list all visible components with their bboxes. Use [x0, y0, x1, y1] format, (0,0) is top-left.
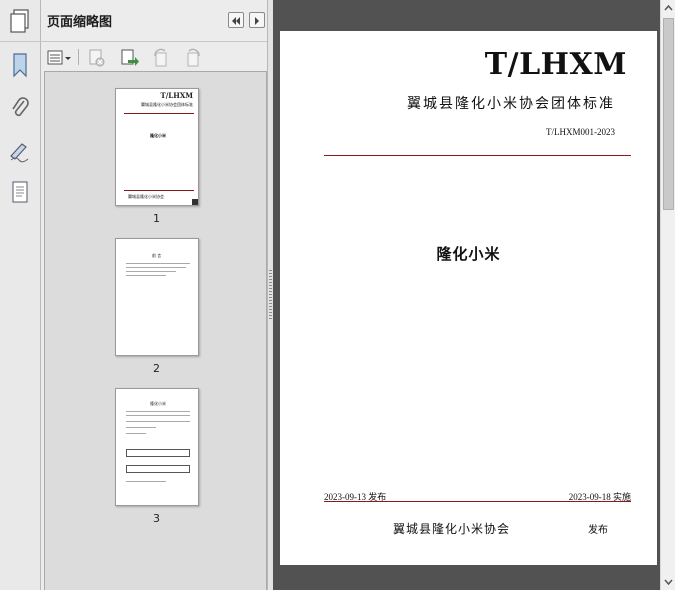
standard-number: T/LHXM001-2023: [546, 127, 615, 137]
chevron-up-icon: [664, 4, 673, 11]
attachment-icon[interactable]: [8, 95, 32, 121]
insert-page-button[interactable]: [119, 48, 139, 68]
bookmark-icon[interactable]: [8, 52, 32, 78]
thumb-text-line: [126, 421, 190, 422]
standard-type: 翼城县隆化小米协会团体标准: [407, 96, 615, 112]
thumb-code: T/LHXM: [160, 91, 193, 100]
issuing-organization: 翼城县隆化小米协会: [393, 522, 511, 536]
thumb-std: 翼城县隆化小米协会团体标准: [141, 102, 193, 107]
navigation-rail: [0, 0, 41, 590]
standard-code: T/LHXM: [484, 47, 627, 82]
expand-panel-button[interactable]: [249, 12, 265, 28]
thumb-text-line: [126, 433, 146, 434]
options-icon: [47, 50, 71, 65]
vertical-scrollbar[interactable]: [660, 0, 675, 590]
signature-icon[interactable]: [8, 138, 32, 164]
thumb-title: 隆化小米: [150, 133, 166, 138]
page-thumbnails-panel: 页面缩略图 T/LHXM 翼城县隆化小米协会团体标准 隆化小米 翼城县隆化小米协…: [41, 0, 271, 590]
delete-page-button[interactable]: [87, 48, 107, 68]
thumb-text-line: [126, 267, 186, 268]
thumb-rule-bottom: [124, 190, 194, 191]
thumb-text-line: [126, 275, 166, 276]
scroll-up-button[interactable]: [661, 0, 675, 16]
thumb-table: [126, 465, 190, 473]
thumb-text-line: [126, 411, 190, 412]
panel-title: 页面缩略图: [47, 15, 113, 30]
layers-icon[interactable]: [8, 180, 32, 206]
rotate-ccw-button[interactable]: [151, 48, 171, 68]
thumb-page-number: 1: [153, 212, 160, 225]
collapse-panel-button[interactable]: [228, 12, 244, 28]
thumb-selection-marker: [192, 199, 198, 205]
chevron-down-icon: [664, 579, 673, 586]
chevron-right-icon: [255, 17, 259, 25]
toolbar-divider: [78, 49, 79, 65]
footer-rule: [324, 501, 631, 502]
thumb-text-line: [126, 263, 190, 264]
document-page: T/LHXM 翼城县隆化小米协会团体标准 T/LHXM001-2023 隆化小米…: [280, 31, 657, 565]
document-view: T/LHXM 翼城县隆化小米协会团体标准 T/LHXM001-2023 隆化小米…: [273, 0, 660, 590]
page-thumbnail-3[interactable]: 隆化小米: [115, 388, 199, 506]
thumb-text-line: [126, 415, 190, 416]
thumb-rule: [124, 113, 194, 114]
thumb-page-number: 3: [153, 512, 160, 525]
delete-page-icon: [89, 49, 105, 67]
header-rule: [324, 155, 631, 156]
rotate-cw-button[interactable]: [183, 48, 203, 68]
insert-page-icon: [121, 49, 139, 66]
thumb-text-line: [126, 427, 156, 428]
splitter-grip[interactable]: [269, 270, 272, 320]
thumb-page-number: 2: [153, 362, 160, 375]
thumb-heading: 前 言: [152, 253, 162, 258]
thumb-org: 翼城县隆化小米协会: [128, 194, 164, 199]
panel-header: 页面缩略图: [41, 0, 271, 42]
publish-word: 发布: [588, 525, 608, 536]
scroll-down-button[interactable]: [661, 574, 675, 590]
thumb-table: [126, 449, 190, 457]
double-chevron-left-icon: [232, 17, 240, 25]
rotate-cw-icon: [187, 48, 200, 67]
pages-panel-icon: [10, 9, 29, 33]
thumb-heading: 隆化小米: [150, 401, 166, 406]
pages-panel-toggle[interactable]: [0, 0, 41, 42]
thumb-text-line: [126, 271, 176, 272]
document-title: 隆化小米: [436, 245, 501, 263]
scroll-thumb[interactable]: [663, 18, 674, 210]
thumbnail-list: T/LHXM 翼城县隆化小米协会团体标准 隆化小米 翼城县隆化小米协会 1 前 …: [44, 71, 267, 590]
rotate-ccw-icon: [154, 48, 167, 67]
page-thumbnail-1[interactable]: T/LHXM 翼城县隆化小米协会团体标准 隆化小米 翼城县隆化小米协会: [115, 88, 199, 206]
thumbnails-toolbar: [41, 43, 271, 71]
options-button[interactable]: [47, 48, 73, 68]
thumb-text-line: [126, 481, 166, 482]
page-thumbnail-2[interactable]: 前 言: [115, 238, 199, 356]
